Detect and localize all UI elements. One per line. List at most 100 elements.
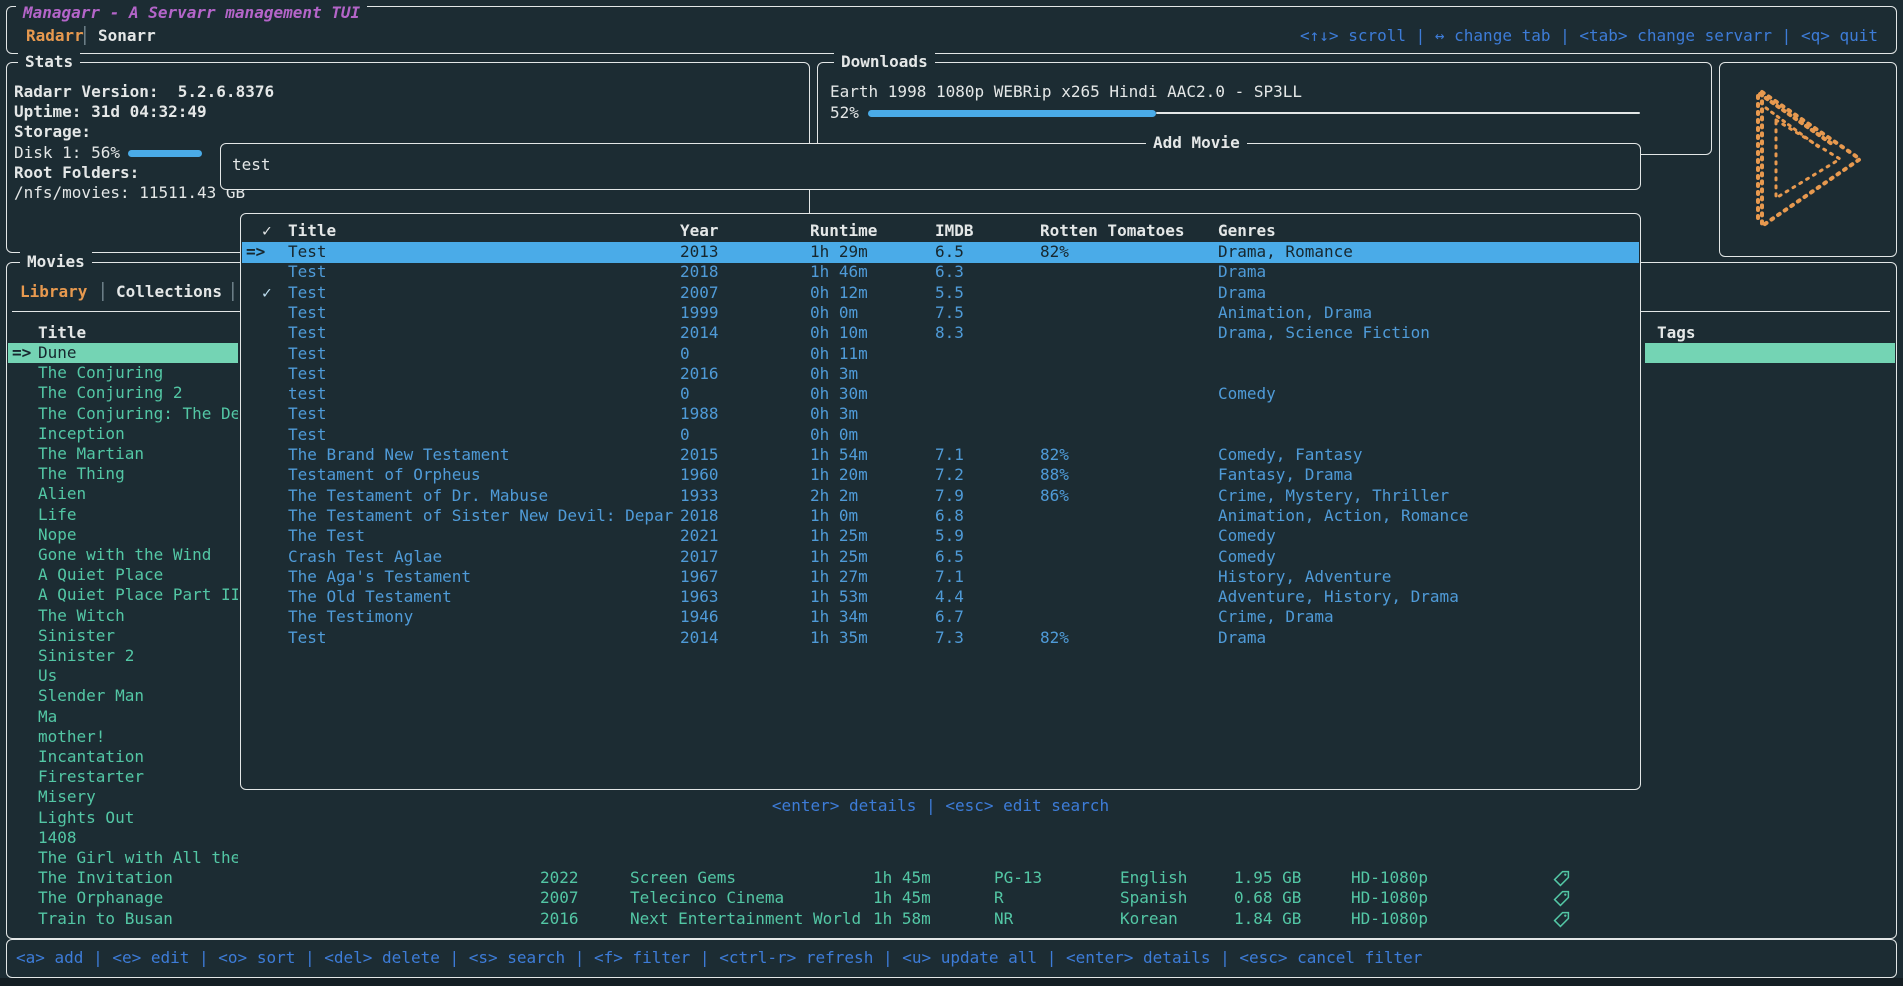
result-title: Test xyxy=(288,404,327,424)
movie-year: 2016 xyxy=(540,909,579,929)
add-movie-column-header: Rotten Tomatoes xyxy=(1040,221,1185,241)
movie-title: The Conjuring: The De xyxy=(38,404,238,424)
downloads-panel xyxy=(817,62,1712,155)
tab-divider: │ xyxy=(80,26,90,46)
movie-quality: HD-1080p xyxy=(1351,868,1428,888)
result-year: 0 xyxy=(680,384,690,404)
result-title: Test xyxy=(288,425,327,445)
add-movie-column-header: Runtime xyxy=(810,221,877,241)
result-runtime: 0h 12m xyxy=(810,283,868,303)
stats-uptime-label: Uptime: xyxy=(14,102,81,121)
add-movie-column-header: Genres xyxy=(1218,221,1276,241)
result-title: The Testament of Dr. Mabuse xyxy=(288,486,548,506)
result-title: The Brand New Testament xyxy=(288,445,510,465)
movie-title: Sinister 2 xyxy=(38,646,134,666)
movie-language: English xyxy=(1120,868,1187,888)
movie-studio: Screen Gems xyxy=(630,868,736,888)
stats-disk-label: Disk 1: 56% xyxy=(14,143,120,163)
movie-title: The Thing xyxy=(38,464,125,484)
disk-usage-progress-bar xyxy=(128,150,202,157)
movie-quality: HD-1080p xyxy=(1351,909,1428,929)
result-runtime: 1h 53m xyxy=(810,587,868,607)
result-imdb: 6.3 xyxy=(935,262,964,282)
movie-studio: Telecinco Cinema xyxy=(630,888,784,908)
stats-root-folders-label: Root Folders: xyxy=(14,163,139,183)
result-year: 1963 xyxy=(680,587,719,607)
result-year: 1999 xyxy=(680,303,719,323)
result-runtime: 1h 25m xyxy=(810,547,868,567)
movie-certification: R xyxy=(994,888,1004,908)
selected-movie-highlight-tags xyxy=(1645,343,1895,363)
add-movie-search-value: test xyxy=(232,155,271,175)
result-imdb: 4.4 xyxy=(935,587,964,607)
movie-title: Ma xyxy=(38,707,57,727)
stats-version: Radarr Version: 5.2.6.8376 xyxy=(14,82,274,102)
selection-marker: => xyxy=(12,343,31,363)
movie-runtime: 1h 45m xyxy=(873,868,931,888)
add-movie-column-header: IMDB xyxy=(935,221,974,241)
result-genres: Fantasy, Drama xyxy=(1218,465,1353,485)
movie-title: The Invitation xyxy=(38,868,173,888)
add-movie-search-input[interactable] xyxy=(220,143,1641,190)
result-year: 0 xyxy=(680,344,690,364)
movies-column-tags: Tags xyxy=(1657,323,1696,343)
movie-title: Nope xyxy=(38,525,77,545)
tab-library[interactable]: Library xyxy=(20,282,87,302)
result-rotten-tomatoes: 88% xyxy=(1040,465,1069,485)
result-genres: Crime, Mystery, Thriller xyxy=(1218,486,1449,506)
result-title: Testament of Orpheus xyxy=(288,465,481,485)
result-rotten-tomatoes: 82% xyxy=(1040,445,1069,465)
movie-title: Lights Out xyxy=(38,808,134,828)
result-year: 2015 xyxy=(680,445,719,465)
result-runtime: 1h 34m xyxy=(810,607,868,627)
result-year: 2021 xyxy=(680,526,719,546)
stats-root-folder-value: /nfs/movies: 11511.43 GB xyxy=(14,183,245,203)
result-imdb: 5.5 xyxy=(935,283,964,303)
result-runtime: 1h 27m xyxy=(810,567,868,587)
result-runtime: 0h 10m xyxy=(810,323,868,343)
result-genres: Crime, Drama xyxy=(1218,607,1334,627)
add-movie-column-header: Year xyxy=(680,221,719,241)
result-title: The Old Testament xyxy=(288,587,452,607)
download-percent-label: 52% xyxy=(830,103,859,123)
movie-title: A Quiet Place Part II xyxy=(38,585,238,605)
tab-radarr[interactable]: Radarr xyxy=(26,26,84,46)
result-genres: Drama xyxy=(1218,283,1266,303)
result-title: Test xyxy=(288,344,327,364)
movie-title: Life xyxy=(38,505,77,525)
movies-tab-divider: │ xyxy=(98,282,108,302)
movie-title: 1408 xyxy=(38,828,77,848)
tab-sonarr[interactable]: Sonarr xyxy=(98,26,156,46)
result-title: Test xyxy=(288,323,327,343)
result-genres: Animation, Drama xyxy=(1218,303,1372,323)
movie-runtime: 1h 45m xyxy=(873,888,931,908)
result-title: test xyxy=(288,384,327,404)
result-runtime: 0h 0m xyxy=(810,425,858,445)
monitored-checkmark: ✓ xyxy=(262,283,272,303)
movies-tab-divider-2: │ xyxy=(228,282,238,302)
radarr-logo-icon xyxy=(1736,78,1882,240)
movie-title: Dune xyxy=(38,343,77,363)
result-year: 1960 xyxy=(680,465,719,485)
movie-title: Misery xyxy=(38,787,96,807)
managarr-tui-screen: Managarr - A Servarr management TUI Rada… xyxy=(0,0,1903,986)
help-bar-keybinds: <a> add | <e> edit | <o> sort | <del> de… xyxy=(16,948,1422,968)
movie-title: The Witch xyxy=(38,606,125,626)
result-genres: Drama xyxy=(1218,628,1266,648)
result-year: 2014 xyxy=(680,628,719,648)
result-genres: History, Adventure xyxy=(1218,567,1391,587)
result-year: 2014 xyxy=(680,323,719,343)
movie-title: Train to Busan xyxy=(38,909,173,929)
movie-runtime: 1h 58m xyxy=(873,909,931,929)
result-title: Test xyxy=(288,283,327,303)
movie-title: The Conjuring xyxy=(38,363,163,383)
movie-size: 1.95 GB xyxy=(1234,868,1301,888)
result-rotten-tomatoes: 82% xyxy=(1040,242,1069,262)
stats-panel-title: Stats xyxy=(18,52,80,72)
result-genres: Animation, Action, Romance xyxy=(1218,506,1468,526)
tab-collections[interactable]: Collections xyxy=(116,282,222,302)
download-progress-bar-fill xyxy=(868,110,1156,117)
result-title: The Aga's Testament xyxy=(288,567,471,587)
result-genres: Adventure, History, Drama xyxy=(1218,587,1459,607)
result-year: 2007 xyxy=(680,283,719,303)
